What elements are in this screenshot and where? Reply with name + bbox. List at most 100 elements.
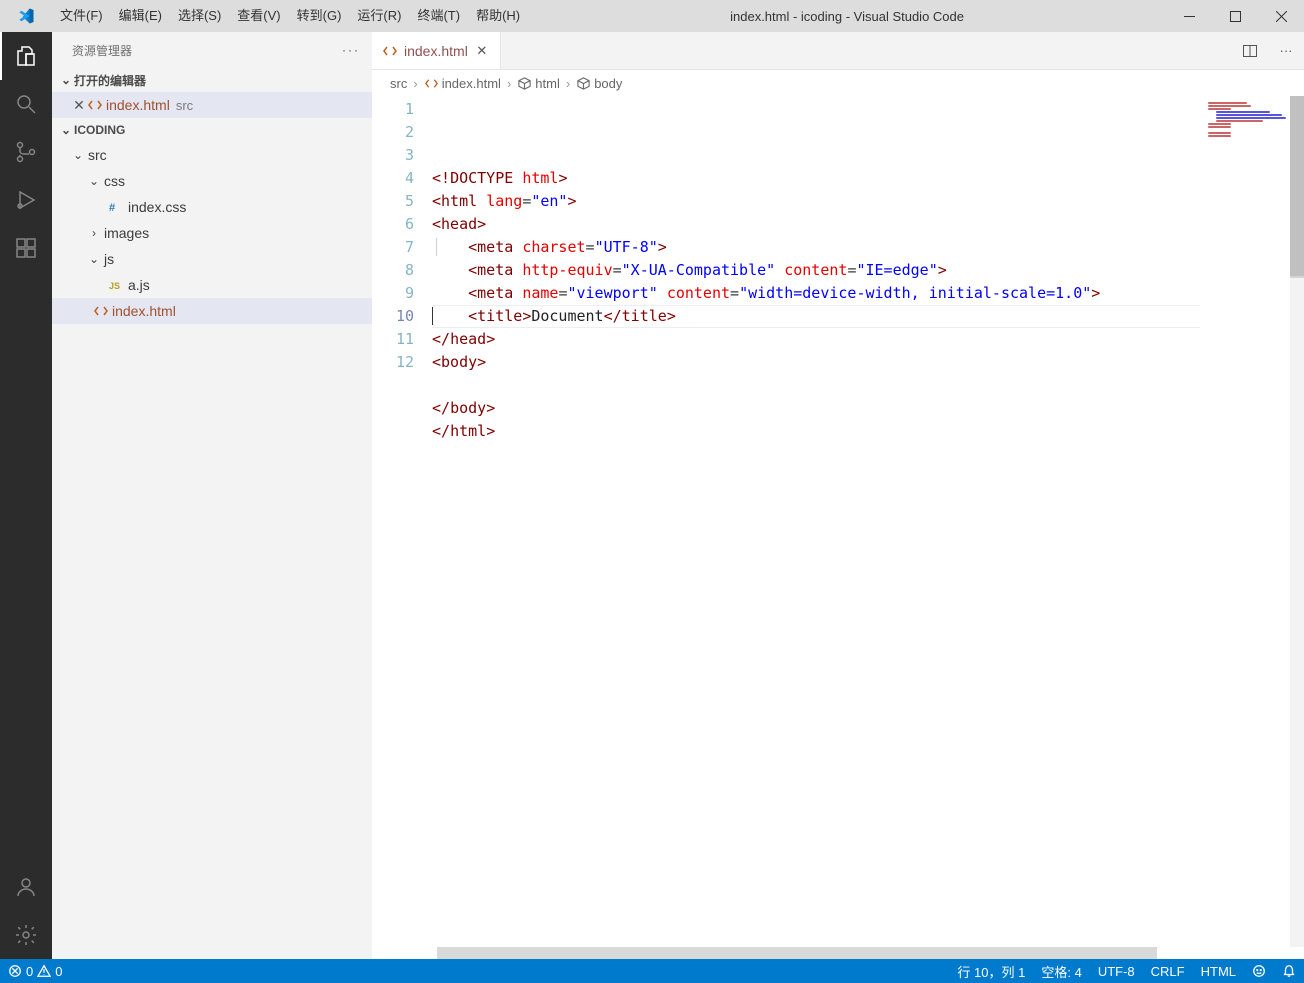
- status-cursor-position[interactable]: 行 10，列 1: [949, 959, 1033, 983]
- status-bar: 0 0 行 10，列 1 空格: 4 UTF-8 CRLF HTML: [0, 959, 1304, 983]
- file-label: a.js: [126, 277, 150, 293]
- error-count: 0: [26, 964, 33, 979]
- split-editor-icon[interactable]: [1232, 32, 1268, 69]
- breadcrumb-body[interactable]: body: [576, 76, 622, 91]
- code-editor[interactable]: <!DOCTYPE html> <html lang="en"> <head> …: [432, 96, 1200, 947]
- vscode-logo-icon: [0, 7, 52, 25]
- activity-explorer[interactable]: [0, 32, 52, 80]
- editor-tabs: index.html ✕ ···: [372, 32, 1304, 70]
- activity-bar: [0, 32, 52, 959]
- chevron-down-icon: ⌄: [86, 252, 102, 266]
- editor-more-icon[interactable]: ···: [1268, 32, 1304, 69]
- menu-help[interactable]: 帮助(H): [468, 0, 528, 32]
- folder-label: src: [86, 147, 107, 163]
- svg-text:JS: JS: [109, 281, 120, 291]
- text-cursor: [432, 307, 433, 325]
- horizontal-scrollbar[interactable]: [372, 947, 1304, 959]
- sidebar-title: 资源管理器: [72, 42, 132, 59]
- folder-label: css: [102, 173, 125, 189]
- breadcrumb-label: html: [535, 76, 560, 91]
- breadcrumb-label: index.html: [442, 76, 501, 91]
- cube-icon: [576, 76, 591, 91]
- project-name: ICODING: [74, 123, 125, 137]
- folder-label: js: [102, 251, 114, 267]
- file-index-html[interactable]: index.html: [52, 298, 372, 324]
- status-eol[interactable]: CRLF: [1143, 959, 1193, 983]
- vertical-scrollbar[interactable]: [1290, 96, 1304, 947]
- chevron-down-icon: ⌄: [58, 123, 74, 137]
- line-numbers: 123 456 789 101112: [372, 96, 432, 947]
- activity-account[interactable]: [0, 863, 52, 911]
- tab-close-icon[interactable]: ✕: [474, 43, 490, 59]
- close-icon[interactable]: ✕: [66, 97, 86, 114]
- menu-view[interactable]: 查看(V): [229, 0, 288, 32]
- status-problems[interactable]: 0 0: [0, 959, 70, 983]
- open-editors-label: 打开的编辑器: [74, 72, 146, 89]
- menu-file[interactable]: 文件(F): [52, 0, 111, 32]
- folder-label: images: [102, 225, 149, 241]
- breadcrumb-src[interactable]: src: [390, 76, 407, 91]
- close-button[interactable]: [1258, 0, 1304, 32]
- cube-icon: [517, 76, 532, 91]
- menu-edit[interactable]: 编辑(E): [111, 0, 170, 32]
- tab-index-html[interactable]: index.html ✕: [372, 32, 501, 69]
- file-index-css[interactable]: # index.css: [52, 194, 372, 220]
- activity-settings[interactable]: [0, 911, 52, 959]
- chevron-right-icon: ›: [411, 76, 419, 91]
- svg-text:#: #: [109, 202, 115, 214]
- open-editor-name: index.html: [104, 97, 170, 113]
- open-editors-header[interactable]: ⌄ 打开的编辑器: [52, 68, 372, 92]
- status-bell-icon[interactable]: [1274, 959, 1304, 983]
- chevron-right-icon: ›: [86, 226, 102, 240]
- file-label: index.html: [110, 303, 176, 319]
- warning-count: 0: [55, 964, 62, 979]
- css-file-icon: #: [108, 199, 126, 215]
- folder-js[interactable]: ⌄ js: [52, 246, 372, 272]
- menu-select[interactable]: 选择(S): [170, 0, 229, 32]
- html-file-icon: [382, 43, 398, 59]
- breadcrumb: src › index.html › html › body: [372, 70, 1304, 96]
- activity-search[interactable]: [0, 80, 52, 128]
- folder-src[interactable]: ⌄ src: [52, 142, 372, 168]
- activity-scm[interactable]: [0, 128, 52, 176]
- open-editor-item[interactable]: ✕ index.html src: [52, 92, 372, 118]
- folder-css[interactable]: ⌄ css: [52, 168, 372, 194]
- breadcrumb-html[interactable]: html: [517, 76, 560, 91]
- open-editor-hint: src: [170, 98, 193, 113]
- menu-goto[interactable]: 转到(G): [289, 0, 350, 32]
- status-encoding[interactable]: UTF-8: [1090, 959, 1143, 983]
- tab-label: index.html: [404, 43, 468, 59]
- folder-images[interactable]: › images: [52, 220, 372, 246]
- html-file-icon: [92, 303, 110, 319]
- chevron-down-icon: ⌄: [58, 73, 74, 87]
- current-line-highlight: [432, 305, 1200, 328]
- sidebar-explorer: 资源管理器 ··· ⌄ 打开的编辑器 ✕ index.html src ⌄ IC…: [52, 32, 372, 959]
- chevron-right-icon: ›: [505, 76, 513, 91]
- html-file-icon: [424, 76, 439, 91]
- error-icon: [8, 964, 22, 978]
- status-indent[interactable]: 空格: 4: [1033, 959, 1089, 983]
- menu-terminal[interactable]: 终端(T): [409, 0, 468, 32]
- chevron-down-icon: ⌄: [86, 174, 102, 188]
- chevron-down-icon: ⌄: [70, 148, 86, 162]
- minimize-button[interactable]: [1166, 0, 1212, 32]
- minimap[interactable]: [1200, 96, 1290, 947]
- js-file-icon: JS: [108, 277, 126, 293]
- chevron-right-icon: ›: [564, 76, 572, 91]
- overview-marker: [1290, 266, 1304, 278]
- scrollbar-thumb[interactable]: [437, 947, 1157, 959]
- status-language[interactable]: HTML: [1193, 959, 1244, 983]
- maximize-button[interactable]: [1212, 0, 1258, 32]
- file-a-js[interactable]: JS a.js: [52, 272, 372, 298]
- status-feedback-icon[interactable]: [1244, 959, 1274, 983]
- scrollbar-thumb[interactable]: [1290, 96, 1304, 276]
- project-header[interactable]: ⌄ ICODING: [52, 118, 372, 142]
- title-bar: 文件(F) 编辑(E) 选择(S) 查看(V) 转到(G) 运行(R) 终端(T…: [0, 0, 1304, 32]
- activity-run-debug[interactable]: [0, 176, 52, 224]
- file-label: index.css: [126, 199, 186, 215]
- breadcrumb-file[interactable]: index.html: [424, 76, 501, 91]
- breadcrumb-label: body: [594, 76, 622, 91]
- activity-extensions[interactable]: [0, 224, 52, 272]
- menu-run[interactable]: 运行(R): [349, 0, 409, 32]
- sidebar-more-icon[interactable]: ···: [342, 43, 360, 57]
